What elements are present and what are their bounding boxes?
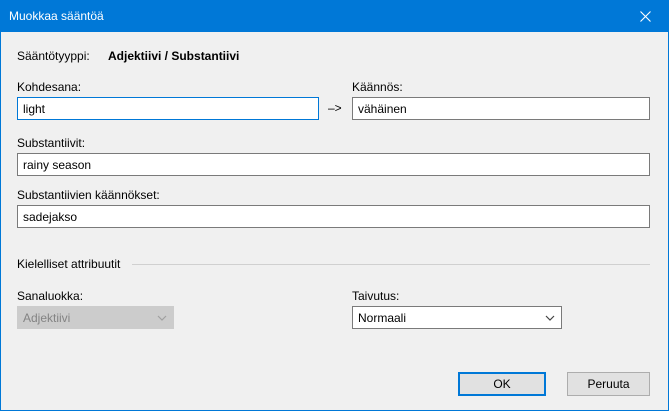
translation-input[interactable]: vähäinen (352, 97, 650, 120)
nouns-input[interactable]: rainy season (17, 153, 650, 176)
close-icon (639, 11, 651, 22)
title-bar: Muokkaa sääntöä (1, 1, 668, 32)
close-button[interactable] (622, 1, 668, 32)
inflection-label: Taivutus: (352, 289, 400, 303)
word-class-label: Sanaluokka: (17, 289, 84, 303)
inflection-select[interactable]: Normaali (352, 306, 562, 329)
inflection-value: Normaali (358, 311, 407, 325)
ok-button[interactable]: OK (458, 372, 546, 396)
edit-rule-dialog: Muokkaa sääntöä Sääntötyyppi: Adjektiivi… (0, 0, 669, 411)
translation-label: Käännös: (352, 80, 403, 94)
target-word-label: Kohdesana: (17, 80, 82, 94)
attributes-group-label: Kielelliset attribuutit (17, 257, 121, 271)
word-class-value: Adjektiivi (23, 311, 71, 325)
word-class-select[interactable]: Adjektiivi (17, 306, 174, 329)
rule-type-label: Sääntötyyppi: (17, 49, 90, 63)
target-word-input[interactable]: light (17, 97, 319, 120)
chevron-down-icon (545, 315, 555, 321)
rule-type-value: Adjektiivi / Substantiivi (108, 49, 240, 63)
cancel-button[interactable]: Peruuta (567, 372, 650, 396)
noun-translations-label: Substantiivien käännökset: (17, 188, 160, 202)
chevron-down-icon (157, 315, 167, 321)
window-title: Muokkaa sääntöä (9, 9, 104, 23)
arrow-separator: –> (328, 101, 342, 115)
group-separator (132, 264, 650, 265)
nouns-label: Substantiivit: (17, 136, 86, 150)
noun-translations-input[interactable]: sadejakso (17, 205, 650, 228)
